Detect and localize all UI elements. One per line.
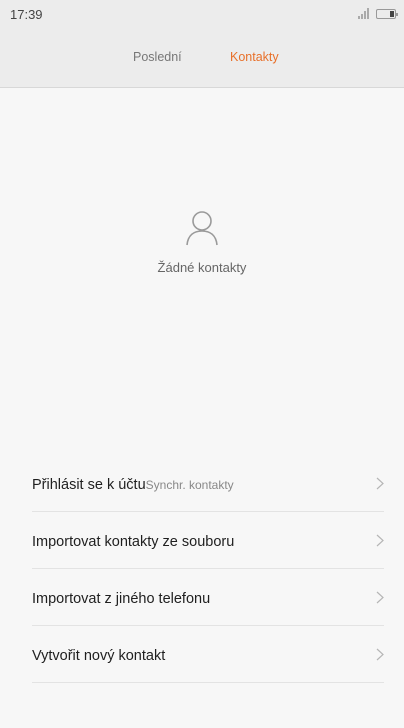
- import-from-file-label: Importovat kontakty ze souboru: [32, 534, 235, 550]
- sync-contacts-sublabel: Synchr. kontakty: [145, 478, 234, 492]
- import-from-phone-item[interactable]: Importovat z jiného telefonu: [32, 569, 384, 626]
- import-from-phone-label: Importovat z jiného telefonu: [32, 591, 211, 607]
- battery-icon: [376, 9, 398, 19]
- sign-in-account-label: Přihlásit se k účtu: [32, 477, 146, 493]
- tab-bar: Poslední Kontakty: [0, 30, 404, 88]
- create-contact-label: Vytvořit nový kontakt: [32, 648, 166, 664]
- chevron-right-icon: [376, 477, 384, 490]
- empty-state-label: Žádné kontakty: [157, 260, 247, 275]
- empty-state: Žádné kontakty: [0, 210, 404, 275]
- status-icons: [356, 7, 398, 21]
- action-list: Přihlásit se k účtuSynchr. kontakty Impo…: [0, 455, 404, 683]
- status-time: 17:39: [10, 7, 43, 22]
- sign-in-account-item[interactable]: Přihlásit se k účtuSynchr. kontakty: [32, 455, 384, 512]
- tab-contacts[interactable]: Kontakty: [230, 50, 279, 64]
- create-contact-item[interactable]: Vytvořit nový kontakt: [32, 626, 384, 683]
- chevron-right-icon: [376, 648, 384, 661]
- status-bar: 17:39: [0, 0, 404, 30]
- person-icon: [186, 211, 218, 246]
- signal-icon: [358, 8, 369, 19]
- chevron-right-icon: [376, 591, 384, 604]
- tab-recent[interactable]: Poslední: [133, 50, 182, 64]
- import-from-file-item[interactable]: Importovat kontakty ze souboru: [32, 512, 384, 569]
- chevron-right-icon: [376, 534, 384, 547]
